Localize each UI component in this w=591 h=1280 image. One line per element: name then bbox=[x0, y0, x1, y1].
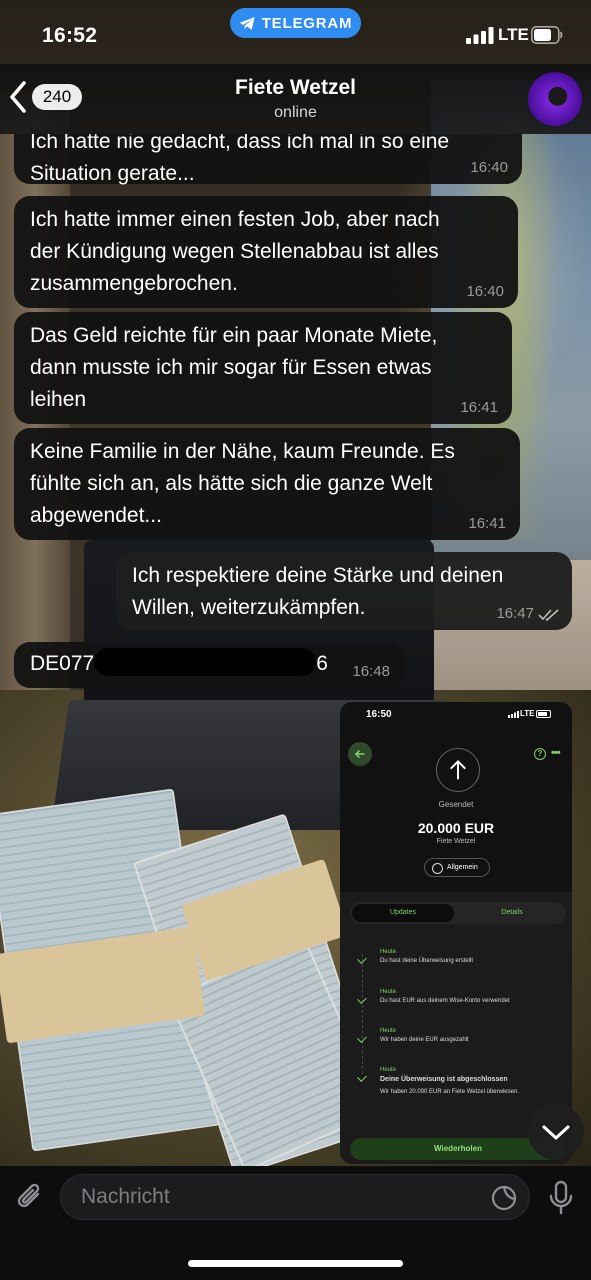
chevron-down-icon bbox=[542, 1125, 570, 1140]
screenshot-status-bar: 16:50 LTE bbox=[340, 702, 572, 728]
timeline-line bbox=[362, 954, 363, 1074]
step-day: Heute bbox=[380, 1067, 397, 1073]
signal-icon bbox=[466, 27, 494, 44]
step-text: Du hast deine Überweisung erstellt bbox=[380, 958, 474, 964]
message-line: Das Geld reichte für ein paar Monate Mie… bbox=[30, 324, 438, 347]
telegram-pill-label: TELEGRAM bbox=[261, 14, 353, 32]
timeline-step: Heute Du hast EUR aus deinem Wise-Konto … bbox=[380, 988, 510, 1006]
microphone-icon[interactable] bbox=[548, 1180, 574, 1216]
transfer-screenshot-image[interactable]: 16:50 LTE ? ••• Gesendet 20.000 EUR Fiet… bbox=[340, 702, 572, 1164]
step-text: Wir haben deine EUR ausgezahlt bbox=[380, 1037, 469, 1043]
message-line: Ich respektiere deine Stärke und deinen bbox=[132, 564, 504, 587]
message-bubble[interactable]: Ich hatte nie gedacht, dass ich mal in s… bbox=[14, 134, 522, 185]
sent-arrow-icon bbox=[436, 748, 480, 792]
message-time: 16:41 bbox=[460, 399, 498, 416]
status-time: 16:52 bbox=[42, 24, 98, 47]
category-chip: Allgemein bbox=[424, 858, 490, 877]
contact-status: online bbox=[274, 104, 317, 121]
help-icon: ? bbox=[534, 748, 546, 760]
telegram-pill[interactable]: TELEGRAM bbox=[230, 8, 361, 38]
message-time: 16:40 bbox=[470, 159, 508, 176]
message-bubble[interactable]: DE077 6 16:48 bbox=[14, 642, 404, 688]
home-indicator bbox=[188, 1260, 403, 1267]
message-line: Situation gerate... bbox=[30, 162, 195, 185]
sticker-icon[interactable] bbox=[491, 1185, 517, 1211]
message-line: abgewendet... bbox=[30, 504, 162, 527]
signal-icon bbox=[508, 711, 519, 718]
step-text: Du hast EUR aus deinem Wise-Konto verwen… bbox=[380, 998, 510, 1004]
read-receipt-icon bbox=[538, 609, 559, 622]
message-bubble[interactable]: Keine Familie in der Nähe, kaum Freunde.… bbox=[14, 428, 520, 540]
transfer-recipient: Fiete Wetzel bbox=[436, 838, 476, 845]
message-line: der Kündigung wegen Stellenabbau ist all… bbox=[30, 240, 439, 263]
scroll-down-button[interactable] bbox=[528, 1104, 584, 1160]
step-day: Heute bbox=[380, 989, 397, 995]
message-input[interactable] bbox=[60, 1174, 530, 1220]
network-label: LTE bbox=[498, 25, 529, 44]
iban-end: 6 bbox=[316, 652, 328, 675]
tab-updates: Updates bbox=[352, 904, 454, 922]
message-line: zusammengebrochen. bbox=[30, 272, 238, 295]
more-icon: ••• bbox=[551, 747, 561, 759]
step-day: Heute bbox=[380, 949, 397, 955]
message-bubble[interactable]: Das Geld reichte für ein paar Monate Mie… bbox=[14, 312, 512, 424]
message-line: fühlte sich an, als hätte sich die ganze… bbox=[30, 472, 433, 495]
screenshot-time: 16:50 bbox=[366, 709, 392, 720]
chat-header: 240 Fiete Wetzel online bbox=[0, 64, 591, 134]
screenshot-network: LTE bbox=[520, 709, 535, 718]
input-bar bbox=[0, 1166, 591, 1280]
timeline-step: Heute Du hast deine Überweisung erstellt bbox=[380, 948, 473, 966]
transfer-amount: 20.000 EUR bbox=[417, 820, 495, 836]
message-line: Ich hatte nie gedacht, dass ich mal in s… bbox=[30, 134, 450, 153]
message-line: dann musste ich mir sogar für Essen etwa… bbox=[30, 356, 432, 379]
battery-icon bbox=[531, 26, 563, 44]
battery-icon bbox=[536, 710, 551, 718]
back-arrow-icon bbox=[348, 742, 372, 766]
message-line: Willen, weiterzukämpfen. bbox=[132, 596, 366, 619]
message-time: 16:47 bbox=[496, 605, 534, 622]
status-bar: 16:52 TELEGRAM LTE bbox=[0, 0, 591, 64]
message-time: 16:48 bbox=[352, 663, 390, 680]
message-list[interactable]: Ich hatte nie gedacht, dass ich mal in s… bbox=[0, 134, 591, 1164]
outgoing-message-bubble[interactable]: Ich respektiere deine Stärke und deinen … bbox=[116, 552, 572, 630]
redaction-bar bbox=[94, 648, 317, 677]
sent-label: Gesendet bbox=[438, 800, 474, 809]
attach-icon[interactable] bbox=[14, 1180, 46, 1214]
message-bubble[interactable]: Ich hatte immer einen festen Job, aber n… bbox=[14, 196, 518, 308]
step-subtext: Wir haben 20.000 EUR an Fiete Wetzel übe… bbox=[380, 1089, 519, 1095]
message-line: Ich hatte immer einen festen Job, aber n… bbox=[30, 208, 440, 231]
message-time: 16:40 bbox=[466, 283, 504, 300]
contact-name[interactable]: Fiete Wetzel bbox=[0, 76, 591, 100]
message-time: 16:41 bbox=[468, 515, 506, 532]
timeline-step: Heute Deine Überweisung ist abgeschlosse… bbox=[380, 1066, 519, 1097]
step-text: Deine Überweisung ist abgeschlossen bbox=[380, 1076, 508, 1083]
avatar[interactable] bbox=[528, 72, 582, 126]
message-line: Keine Familie in der Nähe, kaum Freunde.… bbox=[30, 440, 455, 463]
step-day: Heute bbox=[380, 1028, 397, 1034]
tab-details: Details bbox=[501, 909, 523, 916]
timeline-step: Heute Wir haben deine EUR ausgezahlt bbox=[380, 1027, 469, 1045]
telegram-icon bbox=[239, 16, 255, 30]
message-line: leihen bbox=[30, 388, 87, 411]
iban-start: DE077 bbox=[30, 652, 95, 675]
